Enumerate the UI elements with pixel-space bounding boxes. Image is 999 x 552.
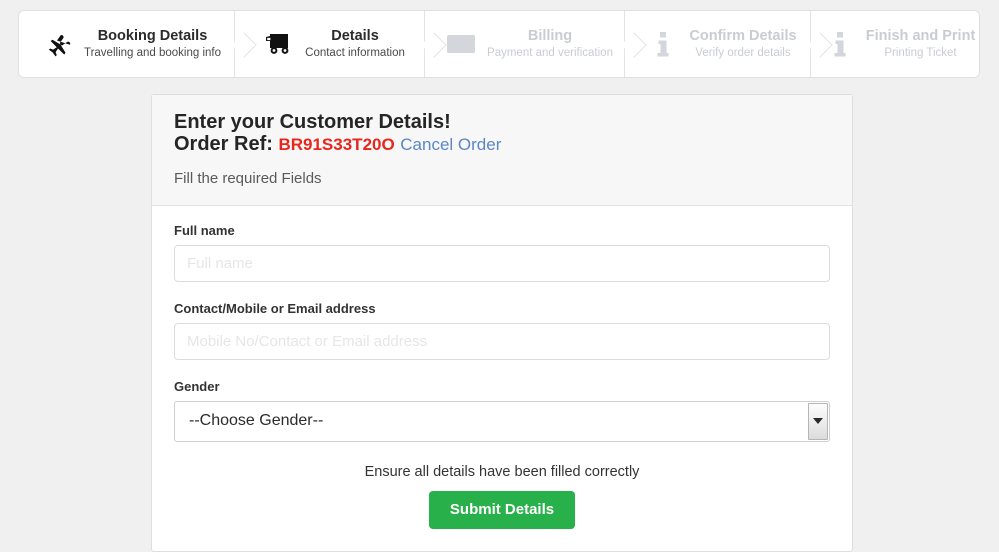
wizard-step-subtitle: Verify order details [695,46,791,59]
wizard-step-text: Confirm Details Verify order details [689,28,796,60]
wizard-step-subtitle: Printing Ticket [884,46,957,59]
truck-icon [259,30,299,58]
wizard-step-title: Billing [527,28,573,45]
card-header: Enter your Customer Details! Order Ref: … [152,95,852,206]
customer-details-card: Enter your Customer Details! Order Ref: … [151,94,853,552]
order-ref-line: Order Ref: BR91S33T20O Cancel Order [174,133,830,155]
order-ref-value: BR91S33T20O [278,135,395,155]
wizard-step-confirm-details[interactable]: Confirm Details Verify order details [624,11,810,77]
info-icon [643,29,683,59]
gender-select[interactable]: --Choose Gender-- [174,400,830,442]
wizard-step-text: Details Contact information [305,28,405,60]
wizard-step-billing[interactable]: 1 Billing Payment and verification [424,11,624,77]
chevron-down-icon[interactable] [808,402,828,440]
card-body: Full name Contact/Mobile or Email addres… [152,206,852,552]
wizard-step-text: Booking Details Travelling and booking i… [84,28,221,60]
submit-details-button[interactable]: Submit Details [428,490,576,530]
card-subtitle: Fill the required Fields [174,169,322,187]
wizard-step-title: Confirm Details [689,28,797,45]
wizard-step-subtitle: Payment and verification [487,46,613,59]
submit-row: Submit Details [174,490,830,530]
gender-select-wrapper: --Choose Gender-- [174,400,830,442]
svg-text:1: 1 [459,42,463,49]
wizard-step-details[interactable]: Details Contact information [234,11,424,77]
wizard-step-title: Finish and Print [865,28,976,45]
wizard-step-subtitle: Travelling and booking info [83,46,222,59]
full-name-input[interactable] [174,244,830,282]
ensure-details-text: Ensure all details have been filled corr… [364,463,640,480]
wizard-step-text: Billing Payment and verification [487,28,613,60]
wizard-step-text: Finish and Print Printing Ticket [866,28,976,60]
wizard-step-finish-and-print[interactable]: Finish and Print Printing Ticket [810,11,979,77]
cancel-order-link[interactable]: Cancel Order [400,135,501,154]
wizard-step-bar: Booking Details Travelling and booking i… [18,10,980,78]
page-title: Enter your Customer Details! [174,111,451,133]
wizard-step-title: Details [331,28,379,45]
order-ref-label: Order Ref: [174,133,273,156]
full-name-label: Full name [174,222,235,238]
contact-input[interactable] [174,322,830,360]
banknote-icon: 1 [441,32,481,56]
airplane-icon [38,29,78,59]
wizard-step-title: Booking Details [97,28,208,45]
gender-select-value: --Choose Gender-- [189,412,324,430]
wizard-step-booking-details[interactable]: Booking Details Travelling and booking i… [19,11,234,77]
info-icon [820,29,860,59]
wizard-step-subtitle: Contact information [305,46,405,59]
contact-label: Contact/Mobile or Email address [174,300,376,316]
gender-label: Gender [174,378,220,394]
